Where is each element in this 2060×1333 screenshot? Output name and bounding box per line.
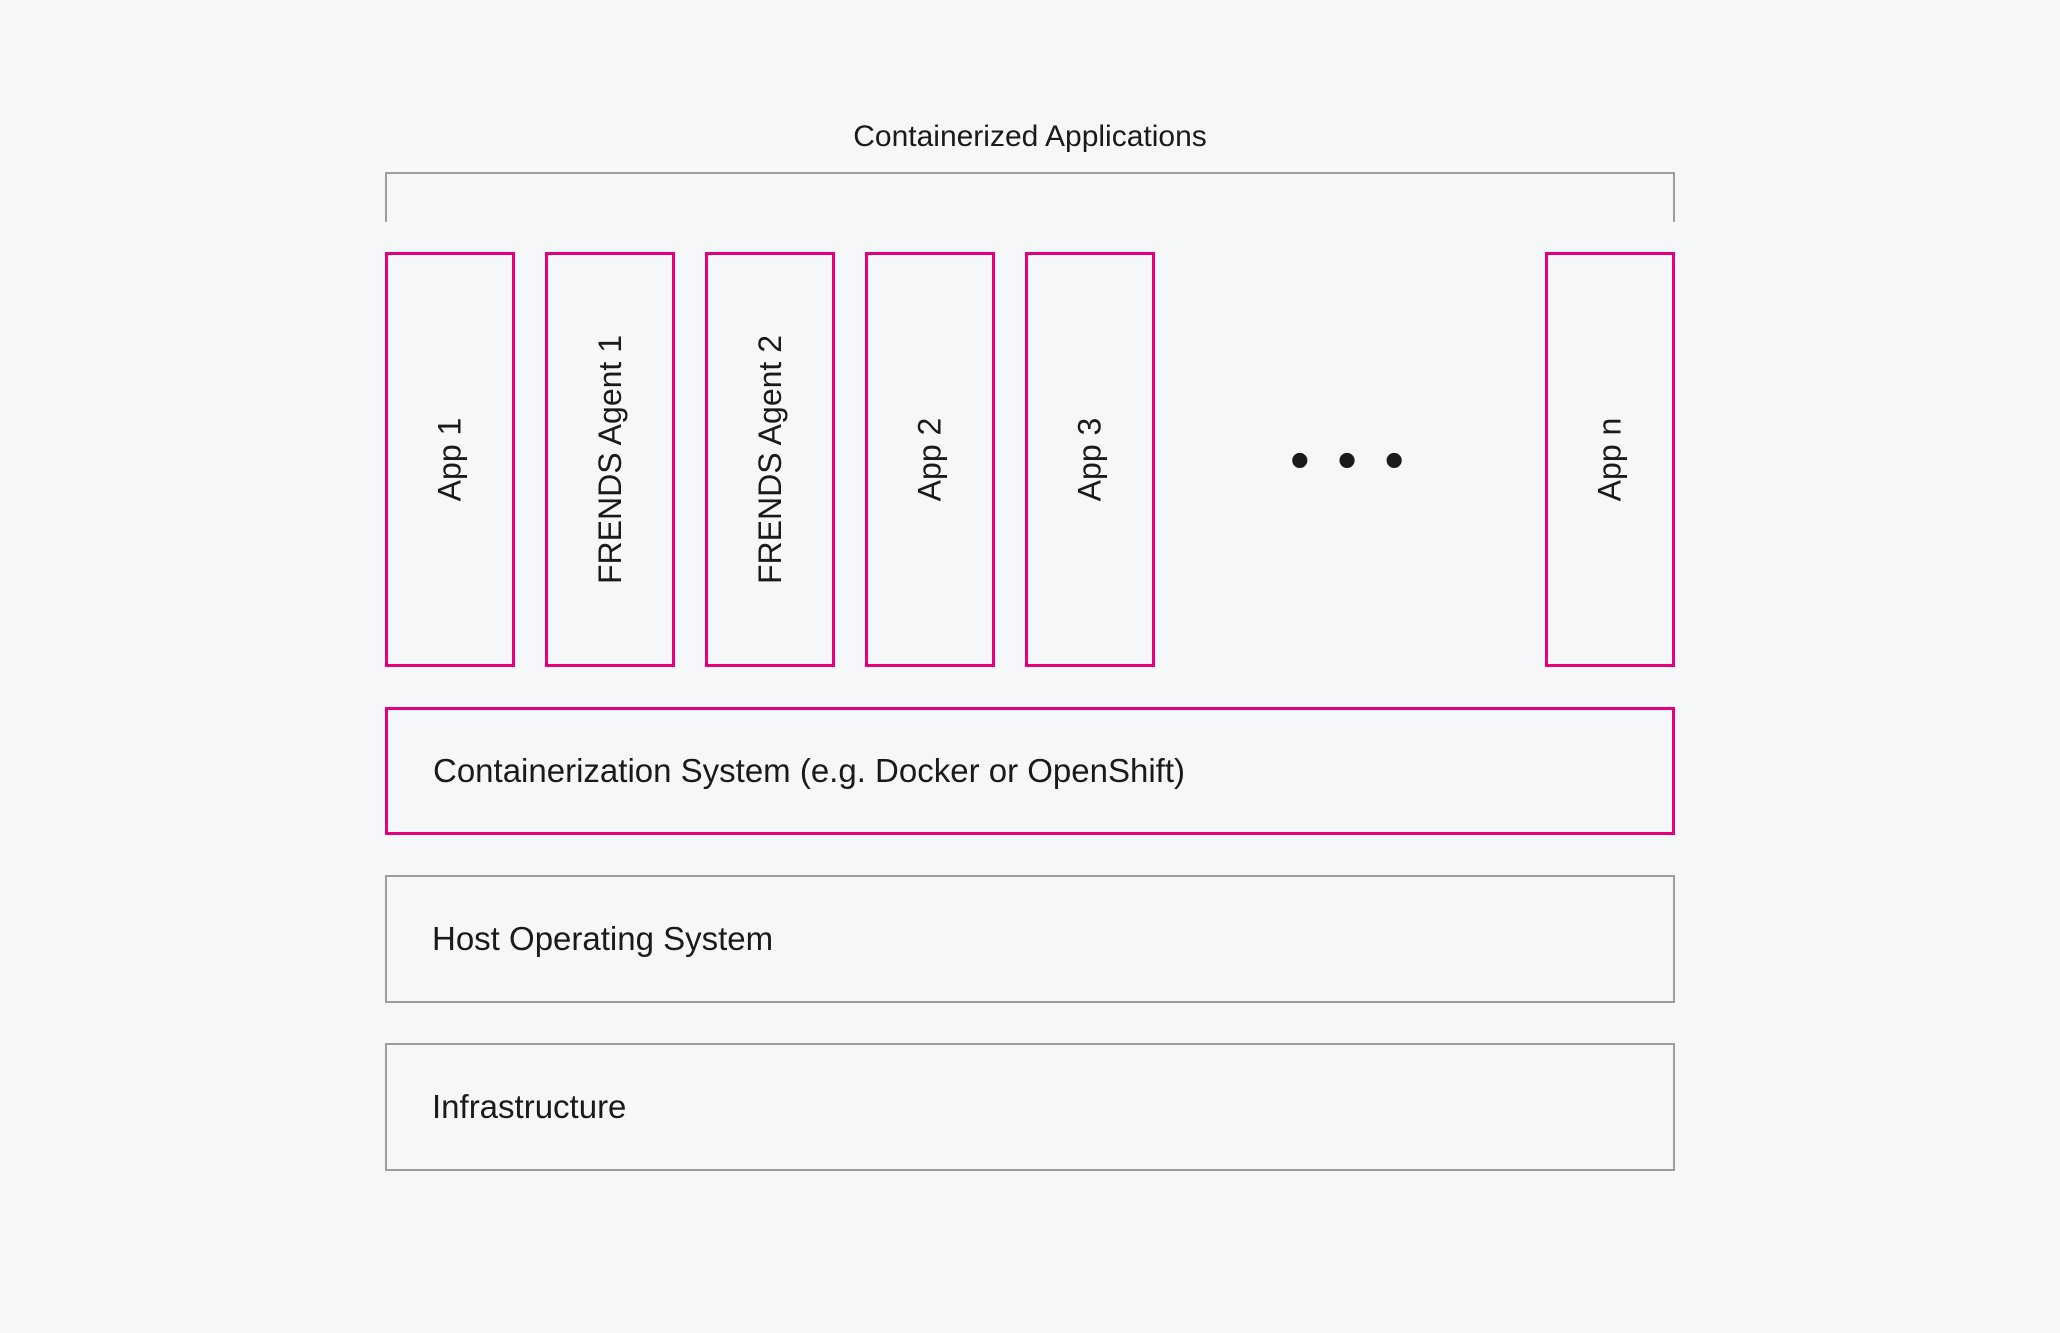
containerization-diagram: Containerized Applications App 1 FRENDS …	[385, 120, 1675, 1171]
app-label: FRENDS Agent 1	[592, 335, 629, 584]
app-box-appn: App n	[1545, 252, 1675, 667]
ellipsis-icon: • • •	[1185, 252, 1515, 667]
app-label: App 1	[432, 418, 469, 502]
app-label: FRENDS Agent 2	[752, 335, 789, 584]
app-box-frends-agent-2: FRENDS Agent 2	[705, 252, 835, 667]
layer-infrastructure: Infrastructure	[385, 1043, 1675, 1171]
app-box-frends-agent-1: FRENDS Agent 1	[545, 252, 675, 667]
app-box-app1: App 1	[385, 252, 515, 667]
diagram-title: Containerized Applications	[385, 120, 1675, 154]
app-label: App 2	[912, 418, 949, 502]
layer-label: Host Operating System	[432, 920, 773, 958]
app-box-app3: App 3	[1025, 252, 1155, 667]
app-label: App 3	[1072, 418, 1109, 502]
layer-label: Containerization System (e.g. Docker or …	[433, 752, 1185, 790]
layer-label: Infrastructure	[432, 1088, 626, 1126]
apps-row: App 1 FRENDS Agent 1 FRENDS Agent 2 App …	[385, 252, 1675, 667]
app-label: App n	[1592, 418, 1629, 502]
layer-host-os: Host Operating System	[385, 875, 1675, 1003]
app-box-app2: App 2	[865, 252, 995, 667]
layer-containerization: Containerization System (e.g. Docker or …	[385, 707, 1675, 835]
title-bracket	[385, 172, 1675, 222]
